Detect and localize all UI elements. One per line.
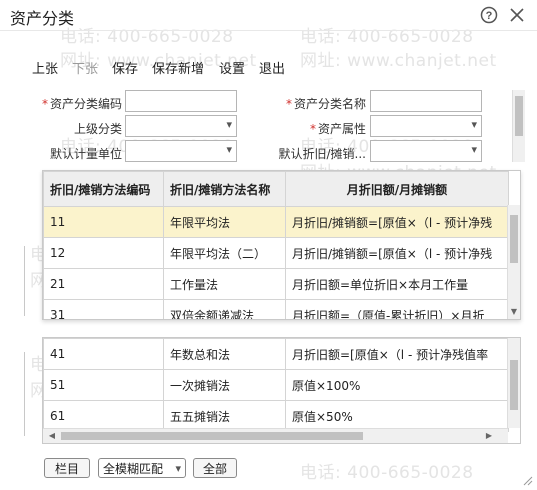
form-scrollbar-thumb[interactable] (515, 96, 523, 136)
grid-scrollbar-thumb[interactable] (510, 360, 518, 410)
scroll-left-icon[interactable]: ◀ (46, 431, 58, 441)
cell-name: 年数总和法 (163, 338, 286, 370)
cell-code: 12 (43, 237, 164, 269)
all-button[interactable]: 全部 (193, 458, 237, 478)
method-label: 默认折旧/摊销... (278, 147, 367, 161)
table-row[interactable]: 21 工作量法 月折旧额=单位折旧×本月工作量 (43, 268, 509, 300)
asset-name-input[interactable] (370, 90, 482, 112)
resize-grip-icon[interactable] (521, 474, 533, 486)
header-code: 折旧/摊销方法编码 (43, 171, 164, 207)
dialog-title: 资产分类 (10, 9, 75, 28)
cell-name: 工作量法 (163, 268, 286, 300)
header-name: 折旧/摊销方法名称 (163, 171, 286, 207)
cell-formula: 原值×100% (285, 369, 509, 401)
save-new-button[interactable]: 保存新增 (152, 58, 204, 77)
form-scrollbar[interactable] (512, 90, 525, 162)
grid-scrollbar[interactable] (507, 338, 520, 428)
unit-select[interactable]: ▾ (125, 140, 237, 162)
watermark-phone: 电话: 400-665-0028 (300, 463, 474, 483)
method-grid: 41 年数总和法 月折旧额=[原值×（l - 预计净残值率 51 一次摊销法 原… (42, 337, 521, 444)
chevron-down-icon: ▾ (471, 143, 477, 156)
cell-code: 31 (43, 299, 164, 319)
unit-label: 默认计量单位 (49, 147, 122, 161)
columns-button[interactable]: 栏目 (44, 458, 90, 478)
chevron-down-icon: ▾ (471, 118, 477, 131)
chevron-down-icon: ▾ (226, 118, 232, 131)
save-button[interactable]: 保存 (112, 58, 138, 77)
chevron-down-icon: ▾ (226, 143, 232, 156)
table-row[interactable]: 11 年限平均法 月折旧/摊销额=[原值×（l - 预计净残 (43, 206, 509, 238)
cell-name: 五五摊销法 (163, 400, 286, 432)
asset-code-input[interactable] (125, 90, 237, 112)
cell-name: 双倍余额递减法 (163, 299, 286, 319)
cell-formula: 月折旧额=单位折旧×本月工作量 (285, 268, 509, 300)
cell-name: 年限平均法 (163, 206, 286, 238)
cell-formula: 原值×50% (285, 400, 509, 432)
cell-code: 21 (43, 268, 164, 300)
close-icon[interactable] (508, 6, 526, 24)
cell-code: 51 (43, 369, 164, 401)
cell-formula: 月折旧/摊销额=[原值×（l - 预计净残 (285, 206, 509, 238)
title-divider (0, 30, 537, 31)
watermark-phone: 电话: 400-665-0028 (300, 27, 474, 47)
table-row[interactable]: 12 年限平均法（二） 月折旧/摊销额=[原值×（l - 预计净残 (43, 237, 509, 269)
dropdown-scrollbar[interactable]: ▼ (507, 205, 520, 319)
table-header: 折旧/摊销方法编码 折旧/摊销方法名称 月折旧额/月摊销额 (43, 171, 509, 207)
grid-hscrollbar-thumb[interactable] (61, 432, 363, 440)
next-button[interactable]: 下张 (72, 58, 98, 77)
cell-code: 11 (43, 206, 164, 238)
cell-code: 61 (43, 400, 164, 432)
asset-code-label: * 资产分类编码 (41, 97, 122, 111)
table-row[interactable]: 41 年数总和法 月折旧额=[原值×（l - 预计净残值率 (43, 338, 509, 370)
cell-formula: 月折旧额=（原值-累计折旧）×月折 (285, 299, 509, 319)
exit-button[interactable]: 退出 (259, 58, 285, 77)
cell-name: 一次摊销法 (163, 369, 286, 401)
prev-button[interactable]: 上张 (32, 58, 58, 77)
scroll-down-icon[interactable]: ▼ (508, 307, 520, 317)
help-icon[interactable]: ? (480, 6, 498, 24)
scroll-right-icon[interactable]: ▶ (483, 431, 495, 441)
cell-code: 41 (43, 338, 164, 370)
cell-formula: 月折旧额=[原值×（l - 预计净残值率 (285, 338, 509, 370)
grid-hscrollbar[interactable]: ◀ ▶ (43, 428, 508, 443)
chevron-down-icon: ▾ (175, 462, 181, 475)
parent-label: 上级分类 (73, 122, 122, 136)
settings-button[interactable]: 设置 (219, 58, 245, 77)
tree-guide-line (24, 352, 25, 436)
dropdown-scrollbar-thumb[interactable] (510, 215, 518, 263)
match-mode-select[interactable]: 全模糊匹配 ▾ (98, 458, 186, 478)
header-formula: 月折旧额/月摊销额 (285, 171, 509, 207)
table-row[interactable]: 31 双倍余额递减法 月折旧额=（原值-累计折旧）×月折 (43, 299, 509, 319)
watermark-site: 网址: www.chanjet.net (300, 51, 497, 71)
parent-select[interactable]: ▾ (125, 115, 237, 137)
asset-name-label: * 资产分类名称 (285, 97, 366, 111)
method-select[interactable]: ▾ (370, 140, 482, 162)
table-row[interactable]: 61 五五摊销法 原值×50% (43, 400, 509, 432)
method-dropdown-list: 折旧/摊销方法编码 折旧/摊销方法名称 月折旧额/月摊销额 11 年限平均法 月… (42, 170, 521, 320)
watermark-phone: 电话: 400-665-0028 (60, 27, 234, 47)
match-mode-value: 全模糊匹配 (103, 462, 164, 476)
table-row[interactable]: 51 一次摊销法 原值×100% (43, 369, 509, 401)
cell-formula: 月折旧/摊销额=[原值×（l - 预计净残 (285, 237, 509, 269)
svg-text:?: ? (486, 10, 493, 22)
property-select[interactable]: ▾ (370, 115, 482, 137)
cell-name: 年限平均法（二） (163, 237, 286, 269)
property-label: * 资产属性 (309, 122, 366, 136)
tree-guide-line (24, 246, 25, 316)
